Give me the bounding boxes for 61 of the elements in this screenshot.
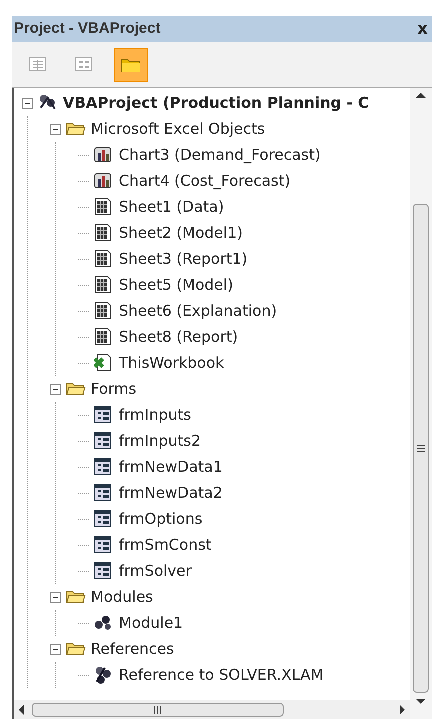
tree-item[interactable]: Sheet3 (Report1)	[119, 248, 248, 270]
grip-icon	[154, 706, 162, 714]
form-icon	[94, 483, 114, 503]
form-icon	[75, 56, 95, 74]
tree-item[interactable]: frmSolver	[119, 560, 192, 582]
tree-item[interactable]: Sheet5 (Model)	[119, 274, 234, 296]
tree-item[interactable]: Sheet8 (Report)	[119, 326, 238, 348]
tree-item[interactable]: Microsoft Excel Objects	[91, 118, 266, 140]
chart-icon	[94, 145, 114, 165]
tree-item[interactable]: Sheet2 (Model1)	[119, 222, 243, 244]
tree-item[interactable]: Chart4 (Cost_Forecast)	[119, 170, 291, 192]
form-icon	[94, 509, 114, 529]
spreadsheet-icon	[94, 223, 114, 243]
tree-item[interactable]: Modules	[91, 586, 154, 608]
grid-icon	[29, 56, 49, 74]
spreadsheet-icon	[94, 197, 114, 217]
collapse-toggle[interactable]	[22, 98, 33, 108]
vertical-scrollbar[interactable]	[410, 88, 432, 719]
tree-item[interactable]: ThisWorkbook	[119, 352, 224, 374]
scroll-up-icon[interactable]	[416, 92, 426, 100]
spreadsheet-icon	[94, 301, 114, 321]
form-icon	[94, 431, 114, 451]
tree-item[interactable]: frmInputs2	[119, 430, 201, 452]
scroll-down-icon[interactable]	[416, 697, 426, 705]
grip-icon	[417, 444, 425, 452]
tree-item[interactable]: Module1	[119, 612, 184, 634]
tree-item[interactable]: frmInputs	[119, 404, 192, 426]
horizontal-scrollbar[interactable]	[14, 700, 410, 719]
tree-item[interactable]: Sheet6 (Explanation)	[119, 300, 278, 322]
scrollbar-thumb[interactable]	[32, 702, 284, 716]
collapse-toggle[interactable]	[50, 644, 61, 654]
collapse-toggle[interactable]	[50, 592, 61, 602]
chart-icon	[94, 171, 114, 191]
form-icon	[94, 561, 114, 581]
tree-item[interactable]: VBAProject (Production Planning - C	[63, 92, 370, 114]
spreadsheet-icon	[94, 327, 114, 347]
tree-item[interactable]: frmOptions	[119, 508, 203, 530]
collapse-toggle[interactable]	[50, 124, 61, 134]
collapse-toggle[interactable]	[50, 384, 61, 394]
tree-item[interactable]: Reference to SOLVER.XLAM	[119, 664, 324, 686]
reference-icon	[94, 665, 114, 685]
tree-item[interactable]: Sheet1 (Data)	[119, 196, 224, 218]
close-button[interactable]: x	[418, 21, 428, 37]
tree-item[interactable]: frmNewData1	[119, 456, 223, 478]
form-icon	[94, 457, 114, 477]
scroll-right-icon[interactable]	[398, 704, 406, 714]
scroll-left-icon[interactable]	[18, 704, 26, 714]
form-icon	[94, 405, 114, 425]
spreadsheet-icon	[94, 275, 114, 295]
toolbar-button[interactable]	[114, 48, 148, 82]
module-icon	[94, 613, 114, 633]
tree-item[interactable]: Forms	[91, 378, 137, 400]
tree-item[interactable]: Chart3 (Demand_Forecast)	[119, 144, 321, 166]
tree-item[interactable]: frmNewData2	[119, 482, 223, 504]
form-icon	[94, 535, 114, 555]
scrollbar-thumb[interactable]	[413, 204, 429, 693]
tree-item[interactable]: frmSmConst	[119, 534, 212, 556]
tree-item[interactable]: References	[91, 638, 174, 660]
workbook-icon	[94, 353, 114, 373]
window-title: Project - VBAProject	[14, 18, 161, 39]
spreadsheet-icon	[94, 249, 114, 269]
